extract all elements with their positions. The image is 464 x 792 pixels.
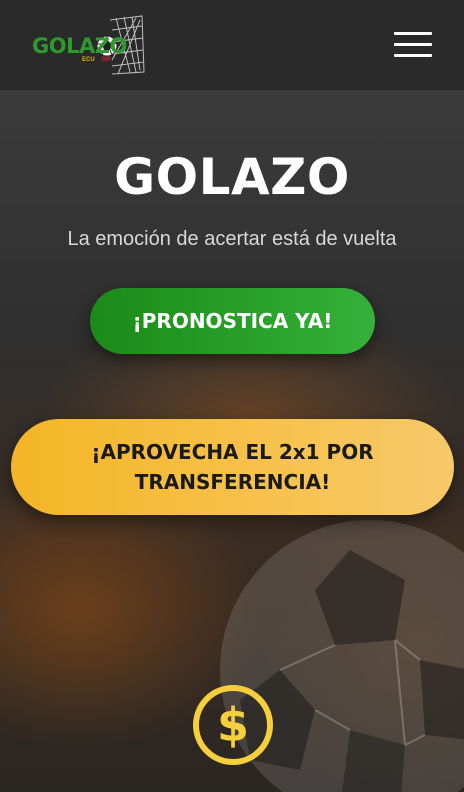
hero-subtitle: La emoción de acertar está de vuelta [67, 228, 397, 250]
logo-country-label: ECU OR [82, 57, 110, 63]
site-header: GOLAZO ECU OR [0, 0, 464, 90]
svg-text:$: $ [217, 698, 249, 752]
predict-now-button[interactable]: ¡PRONOSTICA YA! [90, 288, 375, 354]
golazo-logo[interactable]: GOLAZO ECU OR [32, 14, 148, 76]
hero-section: GOLAZO La emoción de acertar está de vue… [0, 90, 464, 792]
logo-sub-left: ECU [82, 57, 95, 63]
logo-wordmark: GOLAZO [32, 34, 127, 58]
hero-title: GOLAZO [114, 148, 350, 206]
promo-2x1-button[interactable]: ¡APROVECHA EL 2x1 POR TRANSFERENCIA! [11, 419, 454, 515]
logo-sub-right: OR [101, 57, 111, 63]
dollar-coin-icon: $ [193, 685, 273, 765]
hamburger-menu-icon[interactable] [394, 32, 432, 58]
